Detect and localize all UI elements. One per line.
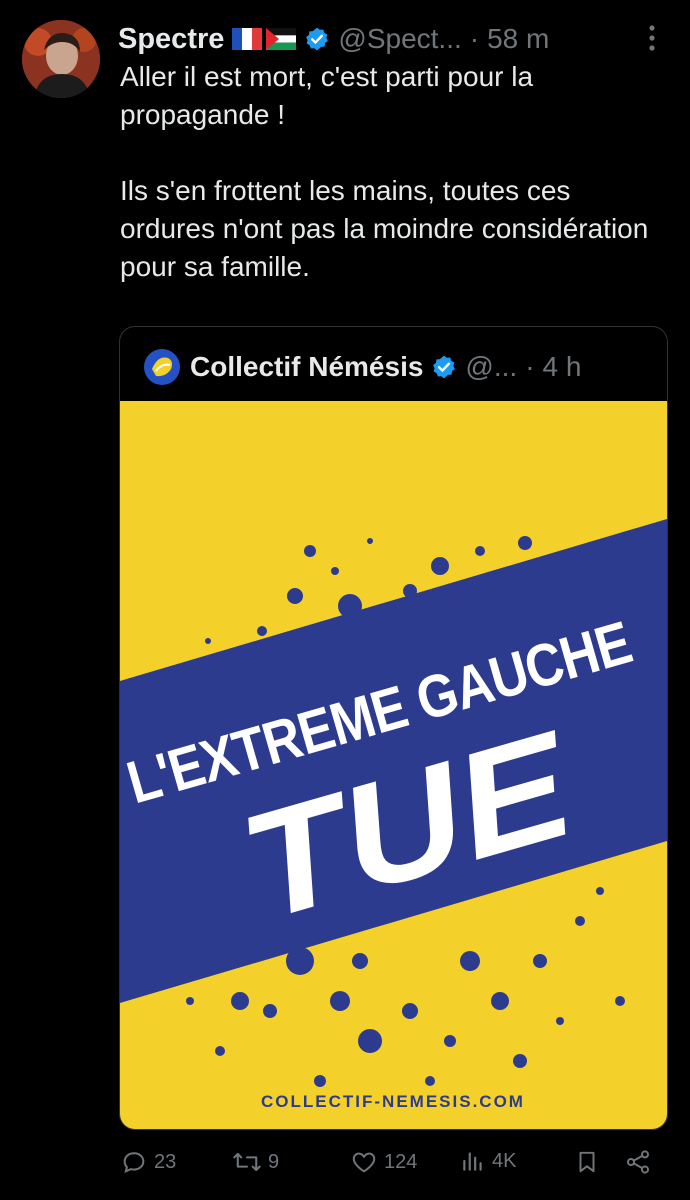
- france-flag-icon: [232, 28, 263, 50]
- reply-icon: [123, 1152, 145, 1174]
- author-handle[interactable]: @Spect...: [338, 23, 461, 55]
- like-count: 124: [384, 1150, 418, 1173]
- share-button[interactable]: [624, 1148, 652, 1176]
- more-options-icon[interactable]: [642, 22, 662, 56]
- views-count: 4K: [492, 1149, 517, 1172]
- quoted-verified-badge-icon: [431, 354, 457, 380]
- tweet-time[interactable]: 58 m: [487, 23, 549, 55]
- action-bar: 23 9 124 4K: [0, 1140, 690, 1190]
- retweet-icon: [233, 1152, 261, 1172]
- author-avatar[interactable]: [22, 20, 100, 98]
- heart-icon: [352, 1152, 376, 1173]
- quoted-author-handle[interactable]: @...: [465, 351, 517, 383]
- quoted-tweet-header: Collectif Némésis @... · 4 h: [144, 347, 647, 387]
- tweet-paragraph-2: Ils s'en frottent les mains, toutes ces …: [120, 175, 649, 282]
- author-name[interactable]: Spectre: [118, 23, 224, 56]
- tweet[interactable]: Spectre @Spect... · 58 m Aller il est mo…: [0, 0, 690, 1200]
- palestine-flag-icon: [266, 28, 297, 50]
- quoted-image[interactable]: L'EXTREME GAUCHE TUE COLLECTIF-NEMESIS.C…: [120, 401, 667, 1129]
- tweet-header: Spectre @Spect... · 58 m: [118, 18, 670, 60]
- tweet-text: Aller il est mort, c'est parti pour la p…: [120, 58, 668, 286]
- bookmark-icon: [579, 1151, 595, 1173]
- quoted-author-name[interactable]: Collectif Némésis: [190, 351, 423, 383]
- quoted-author-avatar: [144, 349, 180, 385]
- bookmark-button[interactable]: [574, 1148, 600, 1176]
- author-flags: [232, 28, 297, 50]
- image-footer: COLLECTIF-NEMESIS.COM: [261, 1092, 525, 1111]
- verified-badge-icon: [304, 26, 330, 52]
- quoted-separator-dot: ·: [525, 351, 535, 382]
- share-icon: [626, 1150, 650, 1174]
- views-button[interactable]: 4K: [460, 1148, 516, 1174]
- retweet-button[interactable]: 9: [232, 1148, 279, 1176]
- reply-button[interactable]: 23: [120, 1148, 176, 1176]
- like-button[interactable]: 124: [350, 1148, 417, 1176]
- views-icon: [463, 1152, 482, 1171]
- quoted-tweet[interactable]: Collectif Némésis @... · 4 h L'EXTREME G…: [119, 326, 668, 1130]
- tweet-paragraph-1: Aller il est mort, c'est parti pour la p…: [120, 61, 534, 130]
- quoted-time[interactable]: 4 h: [543, 351, 582, 383]
- retweet-count: 9: [268, 1150, 280, 1173]
- reply-count: 23: [154, 1150, 177, 1173]
- separator-dot: ·: [469, 23, 480, 54]
